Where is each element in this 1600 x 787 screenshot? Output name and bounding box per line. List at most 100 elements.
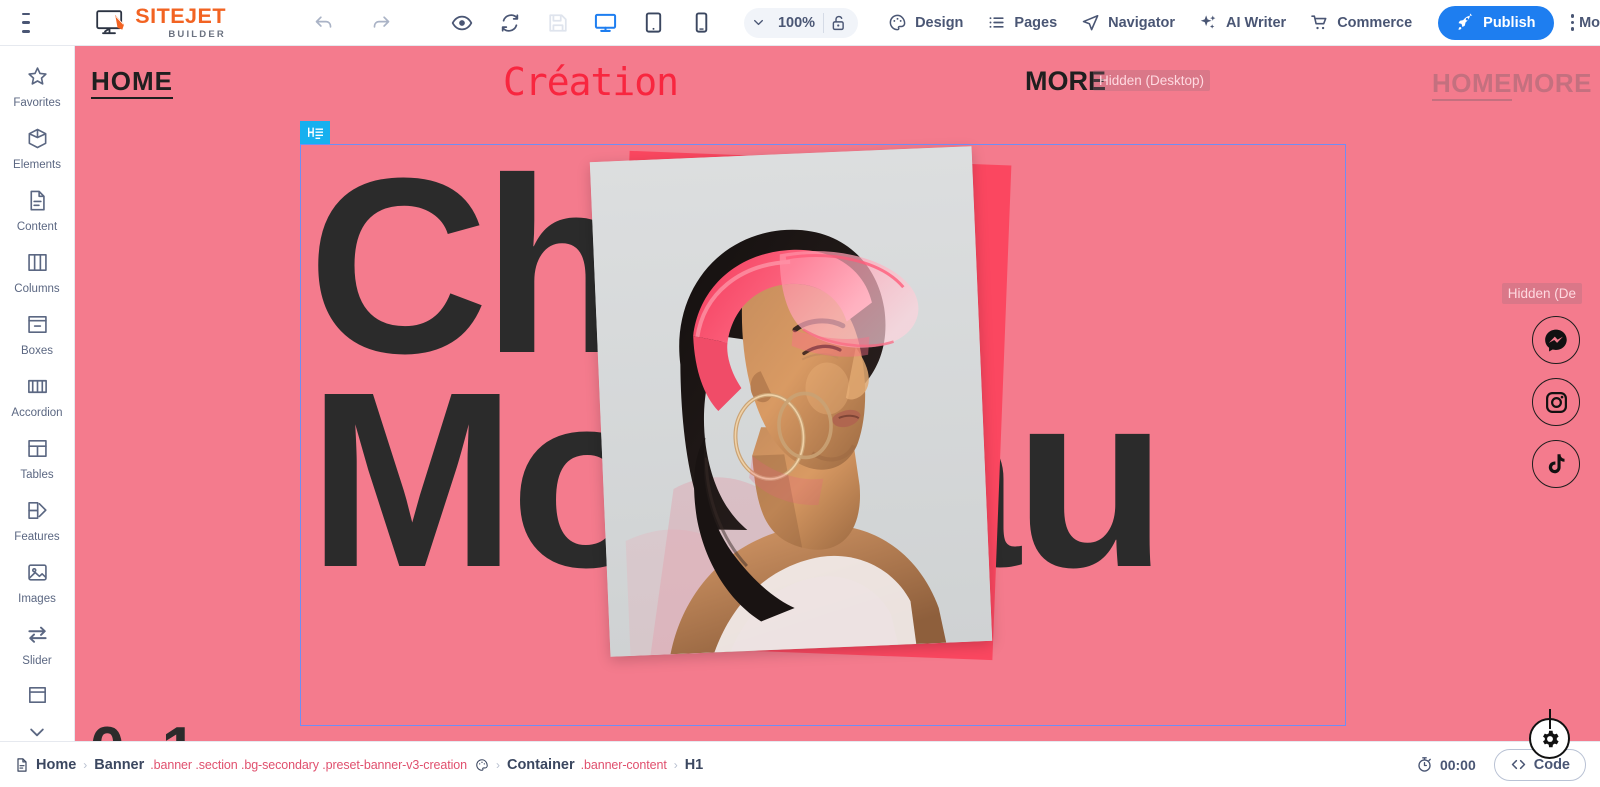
cart-icon [1311, 15, 1327, 30]
mobile-view-icon[interactable] [682, 3, 722, 43]
navigator-label: Navigator [1108, 14, 1176, 31]
page-icon [17, 757, 27, 772]
refresh-icon[interactable] [490, 3, 530, 43]
image-icon [26, 561, 49, 589]
breadcrumb-element[interactable]: H1 [685, 757, 704, 773]
sidebar-label: Boxes [21, 344, 53, 357]
columns-icon [26, 251, 49, 279]
ai-writer-button[interactable]: AI Writer [1187, 7, 1298, 38]
sidebar-item-partial[interactable] [0, 676, 74, 720]
site-nav-right-home[interactable]: HOME [1432, 68, 1512, 98]
table-icon [26, 437, 49, 465]
sidebar-label: Images [18, 592, 56, 605]
sidebar-label: Favorites [13, 96, 61, 109]
breadcrumb: Home › Banner .banner .section .bg-secon… [14, 757, 703, 773]
sidebar-item-images[interactable]: Images [0, 552, 74, 614]
document-icon [26, 189, 49, 217]
site-brand-title[interactable]: Création [503, 60, 679, 104]
breadcrumb-separator: › [495, 757, 500, 772]
breadcrumb-home[interactable]: Home [14, 757, 76, 773]
zoom-control[interactable]: 100% [743, 7, 859, 38]
publish-label: Publish [1483, 14, 1536, 31]
bottom-status-bar: Home › Banner .banner .section .bg-secon… [0, 741, 1600, 787]
more-label: Mo [1579, 14, 1600, 31]
ai-writer-label: AI Writer [1226, 14, 1287, 31]
site-nav-right-links[interactable]: HOMEMORE [1432, 68, 1592, 99]
desktop-view-icon[interactable] [586, 3, 626, 43]
logo-main-text: SITEJET [135, 3, 226, 28]
sparkles-icon [1200, 15, 1216, 29]
hidden-desktop-badge-1: Hidden (Desktop) [1093, 70, 1211, 91]
site-nav-right-more[interactable]: MORE [1512, 68, 1592, 98]
design-button[interactable]: Design [876, 7, 975, 38]
pages-button[interactable]: Pages [975, 7, 1069, 38]
eye-icon[interactable] [442, 3, 482, 43]
more-vertical-icon[interactable] [1568, 6, 1578, 40]
site-nav-home-link[interactable]: HOME [91, 66, 173, 97]
sidebar-label: Features [14, 530, 60, 543]
stopwatch-icon [1418, 757, 1431, 772]
sidebar-label: Content [16, 220, 58, 233]
sidebar-item-favorites[interactable]: Favorites [0, 56, 74, 118]
tiktok-icon[interactable] [1532, 440, 1580, 488]
sitejet-builder-app: SITEJET BUILDER 100% Design Pages Naviga… [0, 0, 1600, 787]
commerce-label: Commerce [1337, 14, 1413, 31]
palette-icon [889, 14, 906, 31]
website-canvas[interactable]: HOME Création MORE Hidden (Desktop) Hidd… [75, 46, 1600, 741]
sidebar-item-tables[interactable]: Tables [0, 428, 74, 490]
sidebar-item-accordion[interactable]: Accordion [0, 366, 74, 428]
breadcrumb-banner[interactable]: Banner .banner .section .bg-secondary .p… [94, 757, 489, 773]
floating-settings-marker[interactable] [1529, 709, 1570, 759]
box-icon [26, 313, 49, 341]
sidebar-label: Columns [14, 282, 60, 295]
monitor-pencil-icon [96, 9, 126, 36]
app-logo[interactable]: SITEJET BUILDER [96, 3, 226, 40]
session-timer[interactable]: 00:00 [1416, 756, 1476, 773]
chevron-down-icon[interactable] [748, 16, 770, 29]
publish-button[interactable]: Publish [1438, 5, 1554, 40]
pages-label: Pages [1014, 14, 1058, 31]
selected-element-tag-h1[interactable] [300, 121, 330, 145]
hero-portrait-image[interactable] [589, 146, 993, 657]
breadcrumb-container-classes: .banner-content [580, 757, 667, 772]
sidebar-item-content[interactable]: Content [0, 180, 74, 242]
tablet-view-icon[interactable] [634, 3, 674, 43]
breadcrumb-container-label: Container [506, 756, 575, 773]
slider-icon [26, 623, 49, 651]
design-label: Design [915, 14, 964, 31]
undo-icon[interactable] [304, 3, 344, 43]
commerce-button[interactable]: Commerce [1298, 7, 1424, 38]
messenger-icon[interactable] [1532, 316, 1580, 364]
save-icon[interactable] [538, 3, 578, 43]
unlock-icon[interactable] [824, 14, 854, 32]
instagram-icon[interactable] [1532, 378, 1580, 426]
sidebar-label: Elements [13, 158, 61, 171]
breadcrumb-container[interactable]: Container .banner-content [507, 757, 667, 773]
sidebar-label: Slider [22, 654, 52, 667]
timer-value: 00:00 [1439, 756, 1476, 773]
window-icon [26, 684, 49, 712]
sidebar-label: Accordion [11, 406, 63, 419]
logo-sub-text: BUILDER [168, 29, 226, 40]
sidebar-item-elements[interactable]: Elements [0, 118, 74, 180]
rocket-icon [1458, 13, 1473, 30]
hidden-desktop-badge-2: Hidden (De [1501, 283, 1582, 304]
hamburger-menu-icon[interactable] [22, 12, 31, 33]
social-links-rail [1532, 316, 1580, 488]
breadcrumb-separator: › [673, 757, 678, 772]
palette-icon [476, 758, 488, 771]
sidebar-item-features[interactable]: Features [0, 490, 74, 552]
code-icon [1511, 759, 1525, 770]
accordion-icon [26, 375, 49, 403]
toolbar-menu: Design Pages Navigator AI Writer Commerc… [876, 7, 1424, 38]
sidebar-label: Tables [20, 468, 54, 481]
cube-icon [26, 127, 49, 155]
redo-icon[interactable] [362, 3, 402, 43]
sidebar-item-slider[interactable]: Slider [0, 614, 74, 676]
top-toolbar: SITEJET BUILDER 100% Design Pages Naviga… [0, 0, 1600, 46]
left-sidebar: Favorites Elements Content Columns Boxes [0, 46, 75, 787]
sidebar-item-boxes[interactable]: Boxes [0, 304, 74, 366]
navigator-button[interactable]: Navigator [1069, 7, 1187, 38]
breadcrumb-banner-classes: .banner .section .bg-secondary .preset-b… [150, 757, 467, 772]
sidebar-item-columns[interactable]: Columns [0, 242, 74, 304]
